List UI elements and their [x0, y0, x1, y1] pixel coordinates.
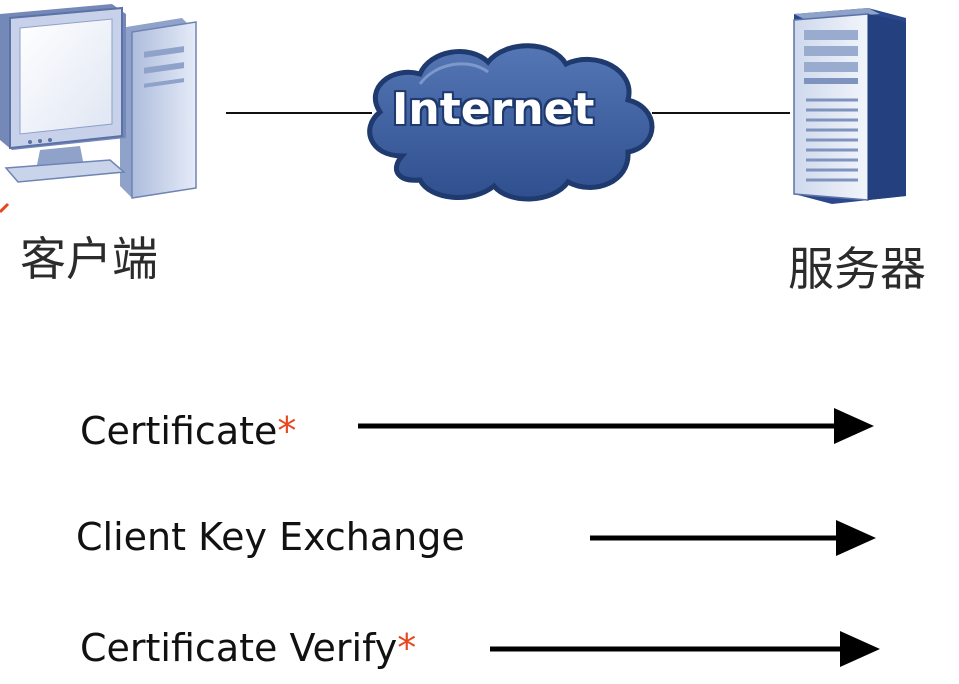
message-label-client-key-exchange: Client Key Exchange — [76, 518, 465, 556]
client-label: 客户端 — [20, 232, 158, 286]
message-text: Client Key Exchange — [76, 515, 465, 559]
network-label: Internet — [392, 84, 595, 135]
red-mark — [0, 202, 10, 214]
message-arrow-client-key-exchange — [590, 520, 876, 556]
message-arrow-certificate-verify — [490, 631, 880, 667]
desktop-computer-icon — [0, 4, 197, 199]
message-label-certificate: Certificate* — [80, 412, 296, 450]
message-text: Certificate Verify — [80, 626, 398, 670]
message-arrow-certificate — [358, 408, 874, 444]
optional-marker: * — [277, 409, 297, 453]
server-tower-icon — [793, 8, 906, 204]
server-label: 服务器 — [788, 242, 926, 296]
message-label-certificate-verify: Certificate Verify* — [80, 629, 416, 667]
message-text: Certificate — [80, 409, 278, 453]
optional-marker: * — [397, 626, 417, 670]
